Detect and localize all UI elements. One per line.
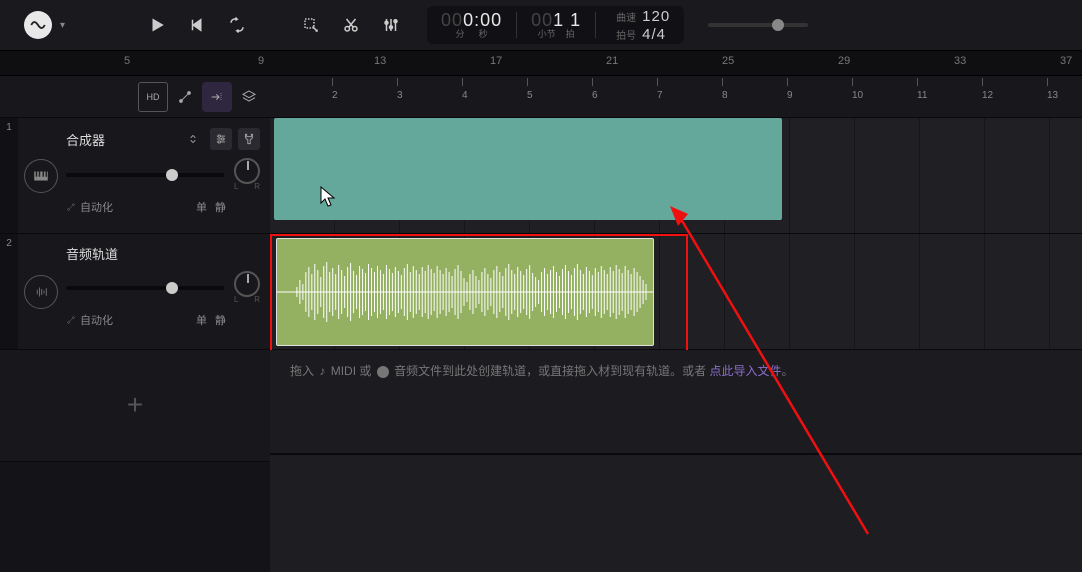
bar-display[interactable]: 001 1 小节拍	[531, 11, 581, 39]
mixer-button[interactable]	[373, 7, 409, 43]
disc-icon	[377, 366, 389, 378]
settings-icon[interactable]	[210, 128, 232, 150]
track-panel: HD 1 合成器 LR	[0, 76, 270, 572]
note-icon: ♪	[319, 360, 325, 383]
app-logo[interactable]	[24, 11, 52, 39]
solo-button[interactable]: 单	[196, 312, 207, 328]
track-panel-toolbar: HD	[0, 76, 270, 118]
audio-clip[interactable]	[276, 238, 654, 346]
plugin-icon[interactable]	[238, 128, 260, 150]
volume-slider[interactable]	[66, 173, 224, 177]
track-lane-1[interactable]	[270, 118, 1082, 234]
loop-button[interactable]	[219, 7, 255, 43]
track-name[interactable]: 音频轨道	[66, 244, 260, 263]
layers-icon[interactable]	[234, 82, 264, 112]
pan-knob[interactable]	[234, 271, 260, 297]
volume-slider[interactable]	[66, 286, 224, 290]
waveform	[277, 257, 653, 327]
track-name[interactable]: 合成器	[66, 130, 176, 149]
track-header-2[interactable]: 2 音频轨道 LR 自动化 单 静	[0, 234, 270, 350]
select-tool-button[interactable]	[293, 7, 329, 43]
tempo-display[interactable]: 曲速120	[616, 8, 670, 25]
timeline-area: 2 3 4 5 6 7 8 9 10 11 12 13	[270, 76, 1082, 572]
snap-toggle[interactable]	[202, 82, 232, 112]
import-link[interactable]: 点此导入文件	[709, 364, 781, 378]
solo-button[interactable]: 单	[196, 199, 207, 215]
transport-display: 000:00 分秒 001 1 小节拍 曲速120 拍号4/4	[427, 6, 684, 44]
track-number: 1	[0, 118, 18, 233]
top-toolbar: ▾ 000:00 分秒 001 1 小节拍 曲速120 拍号4/4	[0, 0, 1082, 50]
time-signature-display[interactable]: 拍号4/4	[616, 26, 670, 43]
waveform-icon	[24, 275, 58, 309]
add-track-button[interactable]: +	[0, 350, 270, 462]
pan-knob[interactable]	[234, 158, 260, 184]
track-number: 2	[0, 234, 18, 349]
overview-ruler[interactable]: 5 9 13 17 21 25 29 33 37	[0, 50, 1082, 76]
time-display[interactable]: 000:00 分秒	[441, 11, 502, 39]
automation-view-icon[interactable]	[170, 82, 200, 112]
midi-clip[interactable]	[274, 118, 782, 220]
mute-button[interactable]: 静	[215, 312, 226, 328]
drop-hint: 拖入 ♪ MIDI 或 音频文件到此处创建轨道，或直接拖入材到现有轨道。或者 点…	[270, 350, 1082, 393]
piano-icon	[24, 159, 58, 193]
rewind-button[interactable]	[179, 7, 215, 43]
automation-toggle[interactable]: 自动化	[66, 312, 188, 328]
mute-button[interactable]: 静	[215, 199, 226, 215]
logo-dropdown-icon[interactable]: ▾	[60, 20, 65, 31]
timeline-ruler[interactable]: 2 3 4 5 6 7 8 9 10 11 12 13	[270, 76, 1082, 118]
play-button[interactable]	[139, 7, 175, 43]
zoom-slider[interactable]	[708, 23, 808, 27]
cut-tool-button[interactable]	[333, 7, 369, 43]
automation-toggle[interactable]: 自动化	[66, 199, 188, 215]
expand-icon[interactable]	[182, 128, 204, 150]
hd-toggle[interactable]: HD	[138, 82, 168, 112]
track-lane-2[interactable]	[270, 234, 1082, 350]
track-header-1[interactable]: 1 合成器 LR 自动化 单	[0, 118, 270, 234]
drop-zone[interactable]: 拖入 ♪ MIDI 或 音频文件到此处创建轨道，或直接拖入材到现有轨道。或者 点…	[270, 350, 1082, 454]
